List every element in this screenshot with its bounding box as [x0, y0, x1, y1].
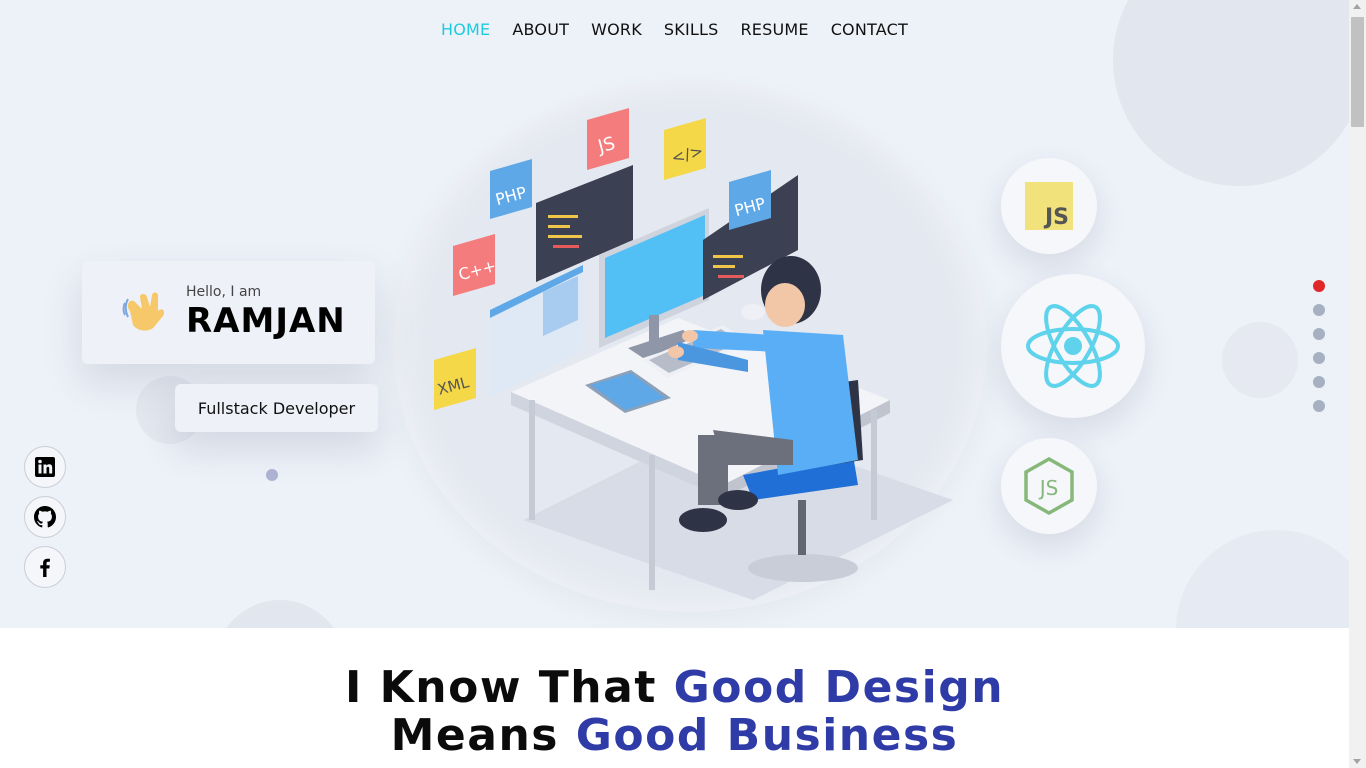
- javascript-label: JS: [1043, 205, 1069, 230]
- nav-contact[interactable]: CONTACT: [831, 20, 908, 39]
- js-bubble: JS: [1001, 158, 1097, 254]
- pagination-dot-2[interactable]: [1313, 304, 1325, 316]
- tag-js-icon: JS: [587, 108, 629, 170]
- pagination-dot-6[interactable]: [1313, 400, 1325, 412]
- facebook-button[interactable]: [24, 546, 66, 588]
- waving-hand-icon: [122, 292, 165, 331]
- hero-section: HOME ABOUT WORK SKILLS RESUME CONTACT PH…: [0, 0, 1349, 628]
- intro-card: Hello, I am RAMJAN: [82, 261, 375, 364]
- nav-resume[interactable]: RESUME: [740, 20, 808, 39]
- tag-php2-icon: PHP: [729, 170, 771, 230]
- pagination-dot-3[interactable]: [1313, 328, 1325, 340]
- main-nav: HOME ABOUT WORK SKILLS RESUME CONTACT: [0, 20, 1349, 39]
- page-scrollbar[interactable]: [1349, 0, 1366, 768]
- javascript-icon: JS: [1025, 182, 1073, 230]
- nav-skills[interactable]: SKILLS: [664, 20, 719, 39]
- tagline-line-2: Means Good Business: [0, 712, 1349, 760]
- react-bubble: [1001, 274, 1145, 418]
- decor-dot: [266, 469, 278, 481]
- pagination-dot-1[interactable]: [1313, 280, 1325, 292]
- tagline-part-1: I Know That: [344, 662, 674, 713]
- linkedin-icon: [35, 457, 55, 477]
- decor-circle-small-right: [1222, 322, 1298, 398]
- pagination-dot-4[interactable]: [1313, 352, 1325, 364]
- nodejs-label: JS: [1038, 476, 1059, 500]
- pagination-dot-5[interactable]: [1313, 376, 1325, 388]
- scrollbar-thumb[interactable]: [1351, 17, 1364, 127]
- tag-code-icon: </>: [664, 118, 706, 180]
- role-badge: Fullstack Developer: [175, 384, 378, 432]
- tagline-line-1: I Know That Good Design: [0, 664, 1349, 712]
- nav-about[interactable]: ABOUT: [512, 20, 569, 39]
- section-pagination: [1313, 280, 1325, 412]
- tagline-highlight-2: Good Business: [575, 710, 959, 761]
- nodejs-bubble: JS: [1001, 438, 1097, 534]
- scroll-down-arrow-icon[interactable]: [1353, 759, 1361, 764]
- tag-cpp-icon: C++: [453, 234, 498, 296]
- tag-xml-icon: XML: [434, 348, 476, 410]
- decor-circle-bottom-right: [1176, 530, 1349, 628]
- react-icon: [1026, 304, 1120, 388]
- name-heading: RAMJAN: [186, 301, 346, 341]
- linkedin-button[interactable]: [24, 446, 66, 488]
- github-button[interactable]: [24, 496, 66, 538]
- greeting-text: Hello, I am: [186, 284, 262, 300]
- decor-circle-bottom-left: [215, 600, 345, 628]
- facebook-icon: [40, 558, 50, 577]
- nav-home[interactable]: HOME: [441, 20, 490, 39]
- tagline-highlight-1: Good Design: [673, 662, 1005, 713]
- tagline-part-2: Means: [390, 710, 576, 761]
- github-icon: [34, 506, 56, 528]
- nodejs-icon: JS: [1024, 457, 1074, 515]
- tagline-heading: I Know That Good Design Means Good Busin…: [0, 664, 1349, 760]
- scroll-up-arrow-icon[interactable]: [1353, 4, 1361, 9]
- tag-php-icon: PHP: [490, 159, 532, 219]
- nav-work[interactable]: WORK: [591, 20, 642, 39]
